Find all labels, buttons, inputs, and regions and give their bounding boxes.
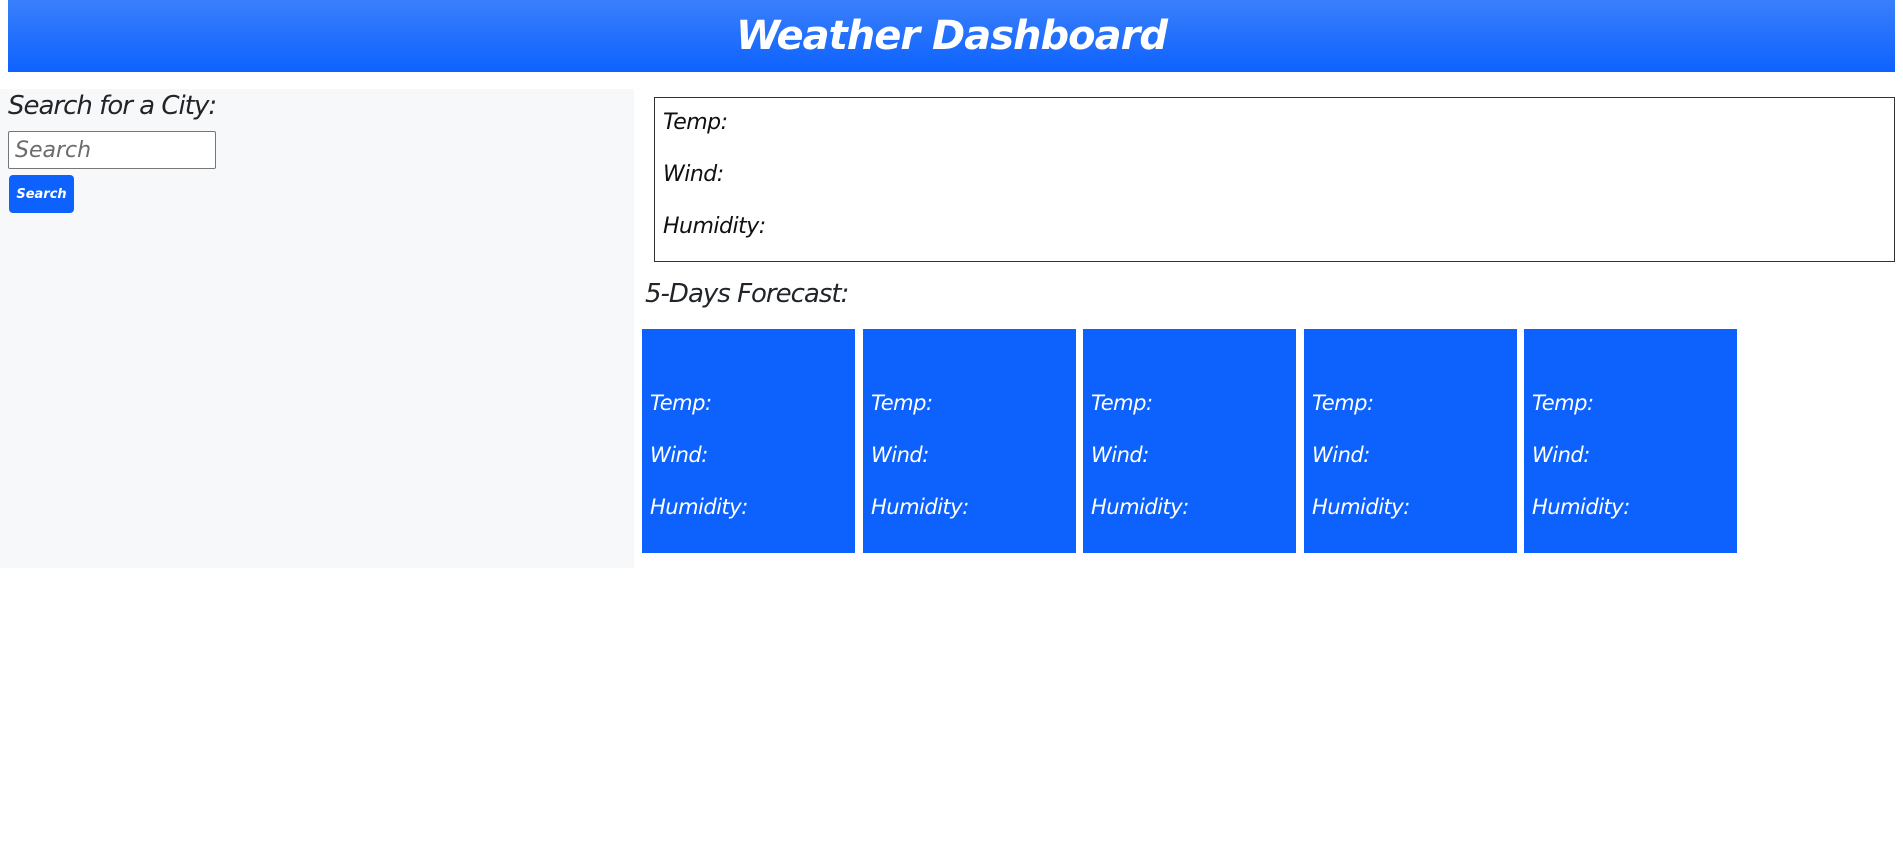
city-search-input[interactable] (8, 131, 216, 169)
forecast-humidity-label: Humidity: (1532, 495, 1630, 519)
forecast-temp-label: Temp: (1312, 391, 1374, 415)
search-sidebar: Search for a City: Search (0, 89, 634, 568)
forecast-card: Temp: Wind: Humidity: (1524, 329, 1737, 553)
forecast-wind-label: Wind: (650, 443, 708, 467)
forecast-temp-label: Temp: (1532, 391, 1594, 415)
page-title: Weather Dashboard (735, 13, 1168, 59)
forecast-wind-label: Wind: (1091, 443, 1149, 467)
header-banner: Weather Dashboard (8, 0, 1895, 72)
forecast-card: Temp: Wind: Humidity: (1083, 329, 1296, 553)
forecast-temp-label: Temp: (871, 391, 933, 415)
search-button[interactable]: Search (9, 175, 74, 213)
forecast-humidity-label: Humidity: (1091, 495, 1189, 519)
forecast-temp-label: Temp: (1091, 391, 1153, 415)
current-humidity-label: Humidity: (663, 214, 766, 239)
forecast-card: Temp: Wind: Humidity: (1304, 329, 1517, 553)
forecast-wind-label: Wind: (1312, 443, 1370, 467)
forecast-temp-label: Temp: (650, 391, 712, 415)
search-heading: Search for a City: (8, 91, 217, 121)
current-temp-label: Temp: (663, 110, 728, 135)
forecast-wind-label: Wind: (1532, 443, 1590, 467)
forecast-humidity-label: Humidity: (1312, 495, 1410, 519)
weather-dashboard-page: Weather Dashboard Search for a City: Sea… (0, 0, 1903, 855)
forecast-humidity-label: Humidity: (871, 495, 969, 519)
forecast-title: 5-Days Forecast: (645, 279, 849, 309)
forecast-card: Temp: Wind: Humidity: (642, 329, 855, 553)
forecast-wind-label: Wind: (871, 443, 929, 467)
current-weather-panel: Temp: Wind: Humidity: (654, 97, 1895, 262)
forecast-humidity-label: Humidity: (650, 495, 748, 519)
current-wind-label: Wind: (663, 162, 724, 187)
forecast-card: Temp: Wind: Humidity: (863, 329, 1076, 553)
